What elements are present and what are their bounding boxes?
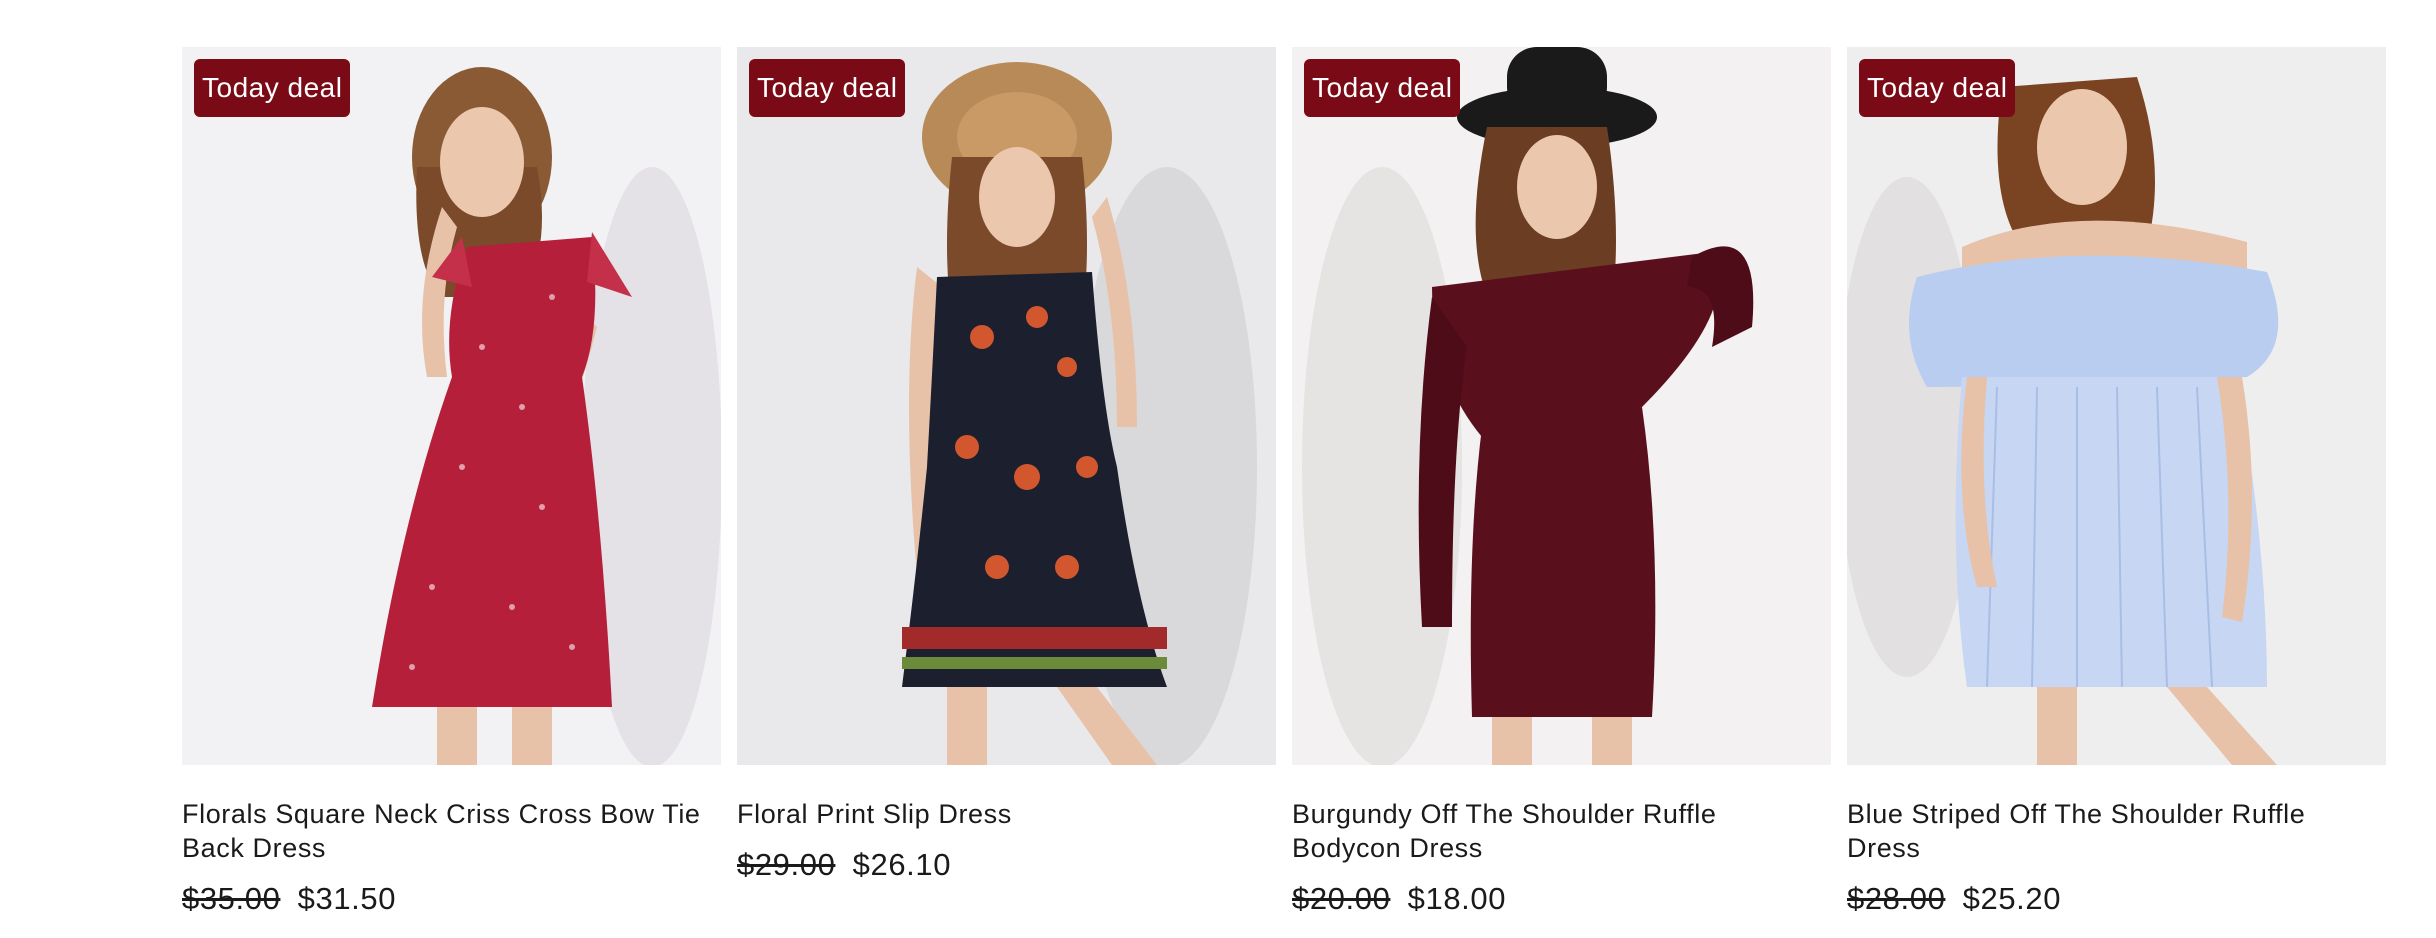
sale-price: $31.50 — [297, 881, 397, 916]
sale-price: $26.10 — [852, 847, 952, 882]
product-grid: Today deal Florals Square Neck Criss Cro… — [182, 47, 2386, 917]
product-card[interactable]: Today deal Burgundy Off The Shoulder Ruf… — [1292, 47, 1831, 917]
product-title[interactable]: Burgundy Off The Shoulder Ruffle Bodycon… — [1292, 797, 1831, 865]
deal-badge: Today deal — [749, 59, 906, 117]
product-price: $29.00 $26.10 — [737, 847, 1276, 883]
product-card[interactable]: Today deal Blue Striped Off The Shoulder… — [1847, 47, 2386, 917]
original-price: $35.00 — [182, 881, 281, 916]
photo-floral-slip-dress-icon — [737, 47, 1276, 765]
product-title[interactable]: Floral Print Slip Dress — [737, 797, 1276, 831]
product-card[interactable]: Today deal Floral Print Slip Dress $29.0… — [737, 47, 1276, 917]
photo-red-floral-dress-icon — [182, 47, 721, 765]
product-price: $20.00 $18.00 — [1292, 881, 1831, 917]
original-price: $20.00 — [1292, 881, 1391, 916]
product-card[interactable]: Today deal Florals Square Neck Criss Cro… — [182, 47, 721, 917]
product-price: $35.00 $31.50 — [182, 881, 721, 917]
deal-badge: Today deal — [194, 59, 351, 117]
product-title[interactable]: Blue Striped Off The Shoulder Ruffle Dre… — [1847, 797, 2386, 865]
original-price: $28.00 — [1847, 881, 1946, 916]
sale-price: $18.00 — [1407, 881, 1507, 916]
sale-price: $25.20 — [1962, 881, 2062, 916]
deal-badge: Today deal — [1859, 59, 2016, 117]
deal-badge: Today deal — [1304, 59, 1461, 117]
product-image[interactable]: Today deal — [1847, 47, 2386, 765]
product-image[interactable]: Today deal — [182, 47, 721, 765]
photo-burgundy-dress-icon — [1292, 47, 1831, 765]
product-image[interactable]: Today deal — [1292, 47, 1831, 765]
photo-blue-striped-dress-icon — [1847, 47, 2386, 765]
product-image[interactable]: Today deal — [737, 47, 1276, 765]
original-price: $29.00 — [737, 847, 836, 882]
product-title[interactable]: Florals Square Neck Criss Cross Bow Tie … — [182, 797, 721, 865]
product-price: $28.00 $25.20 — [1847, 881, 2386, 917]
